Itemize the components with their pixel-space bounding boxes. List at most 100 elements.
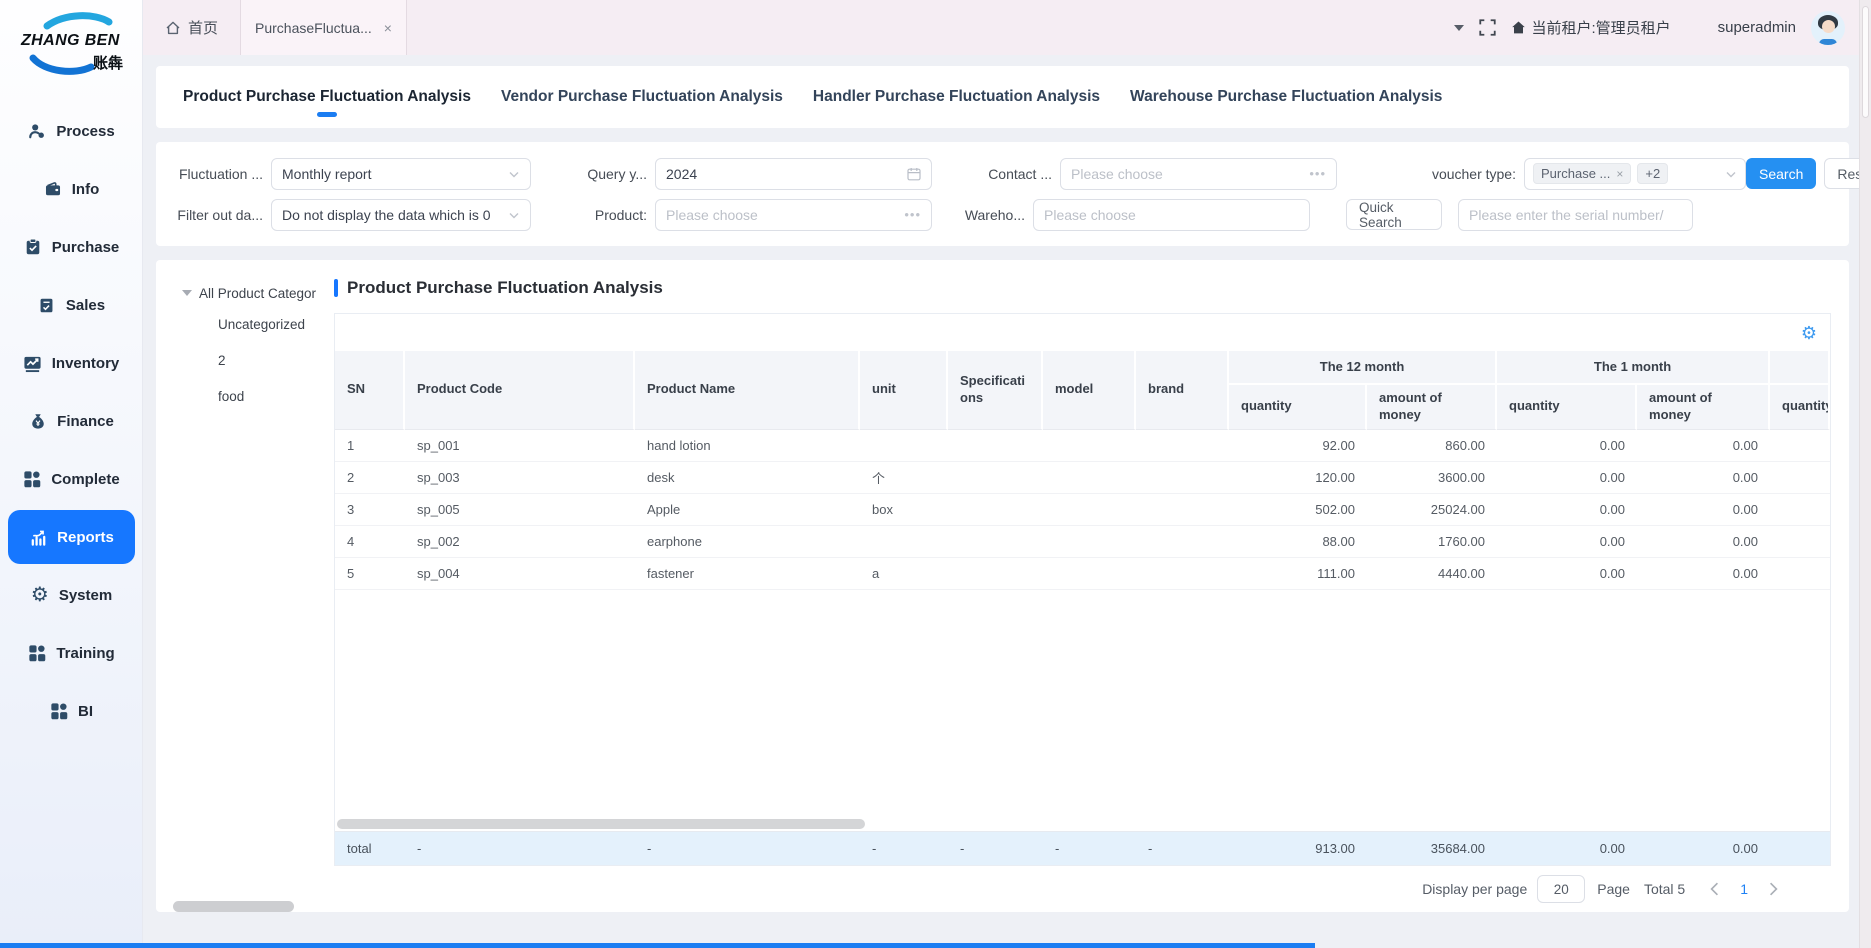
- table-cell: 0.00: [1497, 558, 1637, 590]
- close-icon[interactable]: ×: [384, 20, 392, 36]
- sidebar-item-label: Info: [72, 181, 100, 198]
- table-cell: [1043, 430, 1136, 462]
- table-cell: 1: [335, 430, 405, 462]
- tree-children: Uncategorized2food: [170, 306, 328, 414]
- table-cell: fastener: [635, 558, 860, 590]
- fullscreen-icon[interactable]: [1479, 19, 1496, 36]
- total-cell: 0.00: [1497, 831, 1637, 865]
- total-cell: [1770, 831, 1830, 865]
- table-horizontal-scrollbar[interactable]: [335, 818, 1830, 831]
- content-area: Product Purchase Fluctuation Analysis Ven…: [143, 55, 1871, 948]
- table-cell: [860, 430, 948, 462]
- gear-icon: ⚙: [30, 585, 50, 605]
- warehouse-label: Wareho...: [953, 207, 1033, 223]
- sidebar-item-training[interactable]: Training: [0, 624, 142, 682]
- tree-node-food[interactable]: food: [170, 378, 328, 414]
- contact-select[interactable]: Please choose •••: [1060, 158, 1337, 190]
- table-cell: [1043, 462, 1136, 494]
- logo-text-cn: 账犇: [93, 52, 123, 73]
- product-placeholder: Please choose: [666, 207, 758, 223]
- avatar-body: [1819, 39, 1837, 45]
- sidebar-item-finance[interactable]: Finance: [0, 392, 142, 450]
- tab-vendor-purchase-fluctuation-analysis[interactable]: Vendor Purchase Fluctuation Analysis: [501, 68, 783, 126]
- tab-warehouse-purchase-fluctuation-analysis[interactable]: Warehouse Purchase Fluctuation Analysis: [1130, 68, 1442, 126]
- table-row[interactable]: 5sp_004fastenera111.004440.000.000.00: [335, 558, 1830, 590]
- table-cell: 0.00: [1637, 462, 1770, 494]
- chevron-left-icon[interactable]: [1709, 882, 1720, 896]
- sidebar-item-bi[interactable]: BI: [0, 682, 142, 740]
- quick-search-button[interactable]: Quick Search: [1346, 199, 1442, 230]
- chevron-right-icon[interactable]: [1768, 882, 1779, 896]
- content-horizontal-scrollbar[interactable]: [173, 901, 294, 912]
- sidebar-item-purchase[interactable]: Purchase: [0, 218, 142, 276]
- chevron-down-icon[interactable]: [1454, 25, 1464, 31]
- column-header-product-name: Product Name: [635, 351, 860, 430]
- user-avatar[interactable]: [1811, 11, 1845, 45]
- bottom-scroll-indicator[interactable]: [0, 943, 1315, 948]
- sidebar-item-complete[interactable]: Complete: [0, 450, 142, 508]
- chevron-down-icon: [1725, 168, 1737, 180]
- home-breadcrumb[interactable]: 首页: [159, 0, 240, 55]
- tree-node-uncategorized[interactable]: Uncategorized: [170, 306, 328, 342]
- sidebar-item-process[interactable]: Process: [0, 102, 142, 160]
- caret-down-icon: [182, 290, 192, 296]
- total-count-label: Total 5: [1644, 881, 1685, 897]
- total-cell: 0.00: [1637, 831, 1770, 865]
- table-row[interactable]: 1sp_001hand lotion92.00860.000.000.00: [335, 430, 1830, 462]
- sidebar-item-reports[interactable]: Reports: [8, 510, 135, 564]
- sidebar-item-system[interactable]: ⚙System: [0, 566, 142, 624]
- tenant-switcher[interactable]: 当前租户:管理员租户: [1511, 17, 1670, 38]
- sidebar-item-info[interactable]: Info: [0, 160, 142, 218]
- tree-node-all-product-category[interactable]: All Product Categor: [170, 280, 328, 306]
- table-cell: 4: [335, 526, 405, 558]
- open-page-tab[interactable]: PurchaseFluctua... ×: [240, 0, 407, 55]
- sidebar-item-inventory[interactable]: Inventory: [0, 334, 142, 392]
- sidebar-item-sales[interactable]: Sales: [0, 276, 142, 334]
- ellipsis-icon: •••: [1309, 166, 1326, 181]
- table-cell: 120.00: [1229, 462, 1367, 494]
- header-group-row: SNProduct CodeProduct NameunitSpecificat…: [335, 351, 1830, 385]
- username[interactable]: superadmin: [1718, 19, 1796, 36]
- topbar-right: 当前租户:管理员租户 superadmin: [1454, 11, 1845, 45]
- table-cell: 0.00: [1637, 430, 1770, 462]
- page-size-input[interactable]: 20: [1537, 875, 1585, 903]
- bar-chart-icon: [28, 527, 48, 547]
- tenant-label: 当前租户:管理员租户: [1531, 17, 1670, 38]
- grid-icon: [27, 643, 47, 663]
- search-button[interactable]: Search: [1746, 158, 1816, 189]
- table-cell: [1770, 462, 1830, 494]
- column-header-sn: SN: [335, 351, 405, 430]
- filter-zero-select[interactable]: Do not display the data which is 0: [271, 199, 531, 231]
- window-vertical-scrollbar[interactable]: [1859, 0, 1871, 948]
- tab-product-purchase-fluctuation-analysis[interactable]: Product Purchase Fluctuation Analysis: [183, 68, 471, 126]
- serial-number-input[interactable]: [1458, 199, 1693, 231]
- avatar-face: [1822, 20, 1835, 33]
- query-year-input[interactable]: 2024: [655, 158, 932, 190]
- table-cell: 0.00: [1497, 494, 1637, 526]
- warehouse-select[interactable]: Please choose: [1033, 199, 1310, 231]
- filter-row-2: Filter out da... Do not display the data…: [176, 198, 1829, 231]
- table-row[interactable]: 2sp_003desk个120.003600.000.000.00: [335, 462, 1830, 494]
- current-page-number[interactable]: 1: [1740, 881, 1748, 897]
- total-row: total------913.0035684.000.000.00: [335, 831, 1830, 865]
- fluctuation-select[interactable]: Monthly report: [271, 158, 531, 190]
- tab-handler-purchase-fluctuation-analysis[interactable]: Handler Purchase Fluctuation Analysis: [813, 68, 1100, 126]
- close-icon[interactable]: ×: [1616, 167, 1623, 181]
- tree-root-label: All Product Categor: [199, 286, 316, 301]
- sidebar-item-label: Process: [56, 123, 114, 140]
- scrollbar-thumb[interactable]: [1862, 6, 1869, 118]
- gear-icon[interactable]: ⚙: [1801, 323, 1817, 343]
- table-row[interactable]: 3sp_005Applebox502.0025024.000.000.00: [335, 494, 1830, 526]
- total-cell: -: [1043, 831, 1136, 865]
- scrollbar-thumb[interactable]: [337, 819, 865, 829]
- table-cell: sp_004: [405, 558, 635, 590]
- voucher-type-select[interactable]: Purchase ...× +2: [1524, 158, 1746, 190]
- pagination: Display per page 20 Page Total 5 1: [334, 866, 1831, 912]
- tree-node-2[interactable]: 2: [170, 342, 328, 378]
- total-cell: -: [1136, 831, 1229, 865]
- filter-row-1: Fluctuation ... Monthly report Query y..…: [176, 157, 1829, 190]
- product-select[interactable]: Please choose •••: [655, 199, 932, 231]
- person-icon: [27, 121, 47, 141]
- table-row[interactable]: 4sp_002earphone88.001760.000.000.00: [335, 526, 1830, 558]
- table-body: 1sp_001hand lotion92.00860.000.000.002sp…: [335, 430, 1830, 590]
